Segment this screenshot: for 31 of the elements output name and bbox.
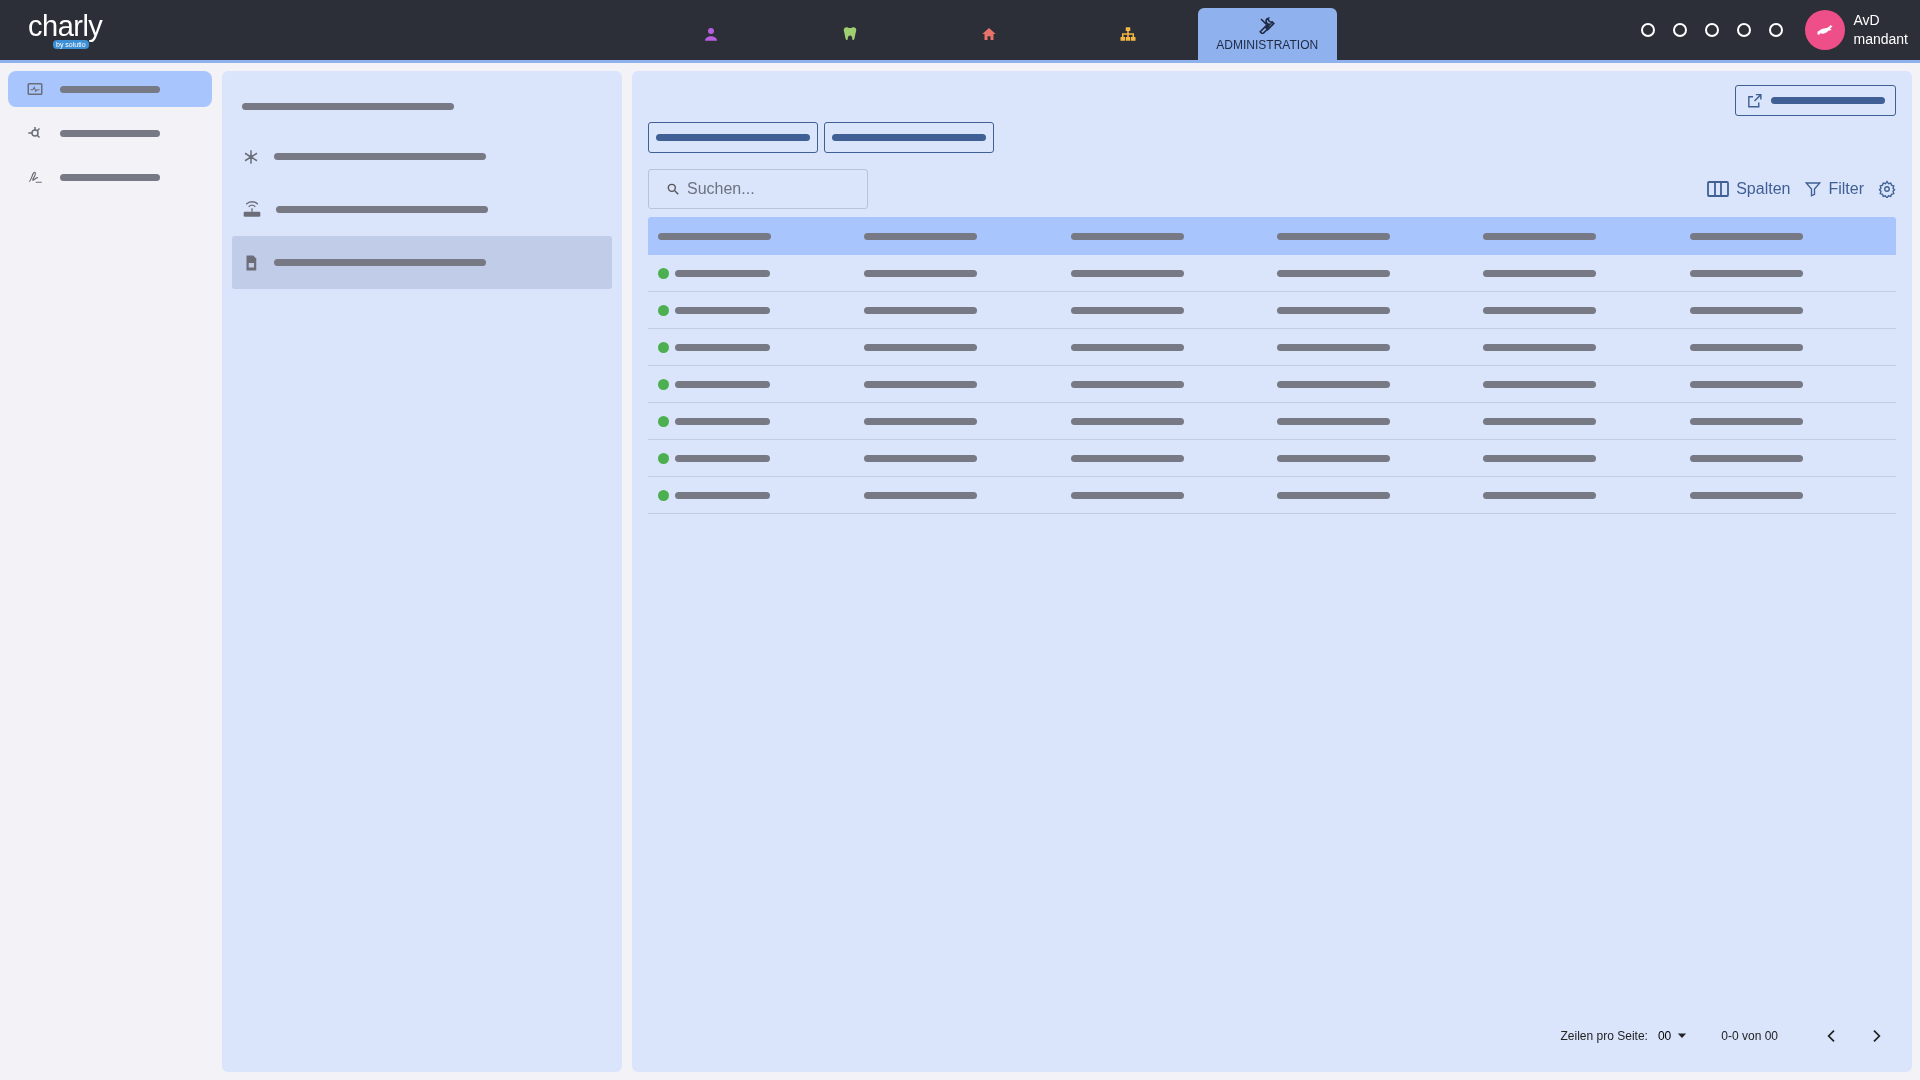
sidebar-item[interactable] bbox=[8, 71, 212, 107]
tools-icon bbox=[1258, 16, 1277, 34]
logo-text: charly bbox=[28, 11, 103, 40]
nav-tab[interactable]: ADMINISTRATION bbox=[1197, 8, 1337, 60]
caret-icon bbox=[1677, 1031, 1688, 1041]
circle-icon[interactable] bbox=[1768, 23, 1783, 37]
settings-button[interactable] bbox=[1878, 180, 1896, 198]
settings-icon bbox=[1878, 180, 1896, 198]
hierarchy-icon bbox=[1119, 25, 1138, 43]
circle-icon[interactable] bbox=[1704, 23, 1719, 37]
search-field[interactable]: Suchen... bbox=[648, 169, 868, 209]
filter-button[interactable]: Filter bbox=[1804, 180, 1864, 198]
list-item[interactable] bbox=[232, 236, 612, 289]
circle-icon[interactable] bbox=[1672, 23, 1687, 37]
user-role: mandant bbox=[1853, 30, 1908, 49]
page-range: 0-0 von 00 bbox=[1721, 1029, 1778, 1043]
rows-per-page-label: Zeilen pro Seite: bbox=[1560, 1029, 1648, 1043]
external-link-icon bbox=[1746, 91, 1763, 110]
circle-icon[interactable] bbox=[1736, 23, 1751, 37]
open-external-button[interactable] bbox=[1735, 85, 1896, 116]
avatar[interactable] bbox=[1804, 10, 1845, 50]
search-icon bbox=[666, 182, 680, 196]
user-initials: AvD bbox=[1853, 11, 1881, 30]
filter-icon bbox=[1804, 180, 1823, 198]
monitor-icon bbox=[26, 80, 44, 98]
columns-button[interactable]: Spalten bbox=[1706, 177, 1791, 201]
router-icon bbox=[242, 199, 262, 220]
outline-button[interactable] bbox=[824, 122, 994, 153]
outline-button[interactable] bbox=[648, 122, 818, 153]
circle-icon[interactable] bbox=[1640, 23, 1655, 37]
rows-per-page-select[interactable]: 00 bbox=[1653, 1029, 1688, 1043]
